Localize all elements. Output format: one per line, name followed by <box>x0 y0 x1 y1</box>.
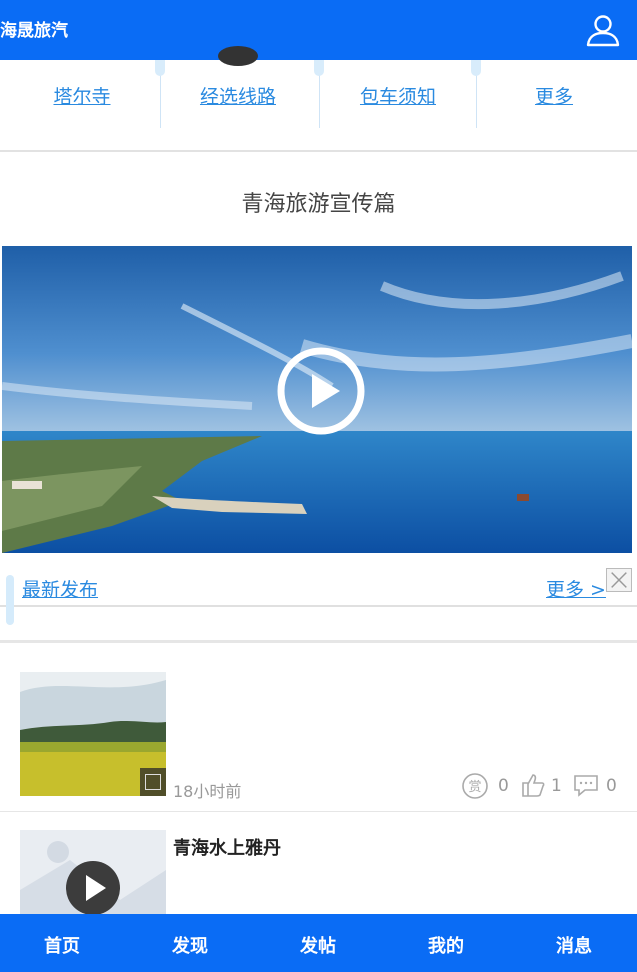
quick-nav-label: 经选线路 <box>199 86 276 108</box>
image-count-badge: 9 <box>140 768 166 796</box>
quick-nav-label: 更多 <box>534 86 573 108</box>
latest-heading[interactable]: 最新发布 <box>22 575 98 602</box>
quick-nav-item-charter-notice[interactable]: 包车须知 <box>318 60 478 130</box>
thumbs-up-icon <box>522 774 545 797</box>
play-icon[interactable] <box>276 346 366 436</box>
comment-icon <box>574 775 598 797</box>
close-icon[interactable] <box>606 568 632 592</box>
divider <box>0 150 637 152</box>
quick-nav: 塔尔寺 经选线路 包车须知 更多 <box>0 46 637 150</box>
top-bar: 海晟旅汽 <box>0 0 637 60</box>
list-item[interactable]: 9 18小时前 赏 0 1 0 <box>0 670 637 812</box>
post-thumbnail: 9 <box>20 672 166 796</box>
bottom-tab-bar: 首页 发现 发帖 我的 消息 <box>0 914 637 972</box>
image-placeholder-icon <box>20 830 166 920</box>
quick-nav-item-taer-temple[interactable]: 塔尔寺 <box>2 60 162 130</box>
comment-stat[interactable]: 0 <box>573 772 617 803</box>
like-count: 1 <box>551 776 562 796</box>
like-stat[interactable]: 1 <box>520 772 562 803</box>
quick-nav-label: 塔尔寺 <box>53 86 111 108</box>
tab-post[interactable]: 发帖 <box>278 932 358 958</box>
reward-icon: 赏 <box>462 773 488 799</box>
promo-video[interactable] <box>2 246 632 553</box>
reward-stat[interactable]: 赏 0 <box>460 772 509 805</box>
post-time: 18小时前 <box>173 782 242 801</box>
video-thumbnail <box>20 830 166 920</box>
reward-count: 0 <box>498 776 509 796</box>
post-title: 青海水上雅丹 <box>173 838 281 859</box>
comment-count: 0 <box>606 776 617 796</box>
latest-more-link[interactable]: 更多 > <box>546 575 606 602</box>
images-icon <box>145 774 161 790</box>
quick-nav-label: 包车须知 <box>359 86 436 108</box>
section-accent <box>6 575 14 625</box>
nav-icon <box>218 46 258 66</box>
promo-title: 青海旅游宣传篇 <box>241 192 396 217</box>
tab-mine[interactable]: 我的 <box>406 932 486 958</box>
svg-text:赏: 赏 <box>468 780 481 795</box>
latest-section-header: 最新发布 更多 > <box>0 555 637 625</box>
tab-messages[interactable]: 消息 <box>534 932 614 958</box>
user-icon[interactable] <box>585 12 621 48</box>
quick-nav-item-routes[interactable]: 经选线路 <box>158 46 318 130</box>
divider <box>0 640 637 643</box>
tab-home[interactable]: 首页 <box>22 932 102 958</box>
tab-discover[interactable]: 发现 <box>150 932 230 958</box>
quick-nav-item-more[interactable]: 更多 <box>474 60 634 130</box>
app-title: 海晟旅汽 <box>0 21 68 41</box>
list-item[interactable]: 青海水上雅丹 <box>0 830 637 920</box>
